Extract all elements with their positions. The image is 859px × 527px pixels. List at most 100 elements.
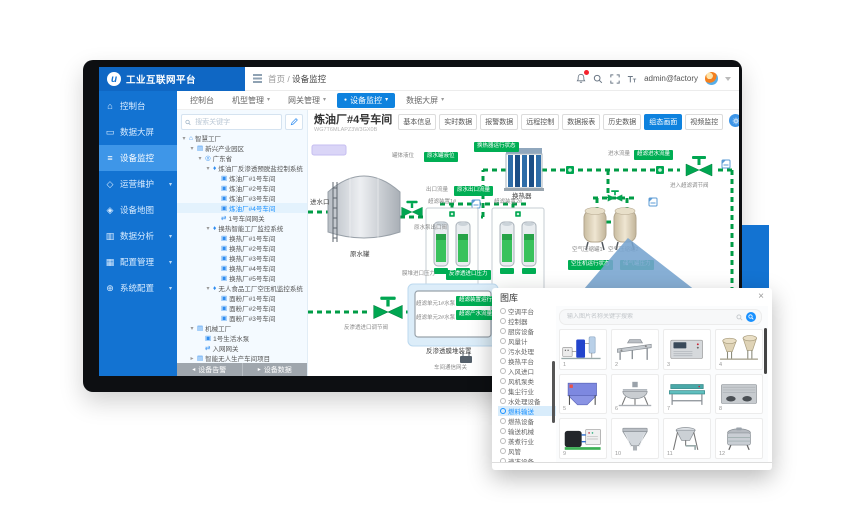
tree-row[interactable]: ▾ ⌂ 智慧工厂 xyxy=(177,133,307,143)
tree-row[interactable]: ▾ ▤ 机械工厂 xyxy=(177,323,307,333)
gallery-category[interactable]: 污水处理 xyxy=(498,346,556,356)
tree-row[interactable]: ▾ ▤ 新兴产业园区 xyxy=(177,143,307,153)
tree-row[interactable]: ▣ 炼油厂#1号车间 xyxy=(177,173,307,183)
tree-row[interactable]: ▾ ♦ 无人食品工厂空压机监控系统 xyxy=(177,283,307,293)
tree-row[interactable]: ▸ ▤ 智能无人生产车间项目 xyxy=(177,353,307,363)
canvas-settings-button[interactable] xyxy=(729,114,739,127)
fullscreen-icon[interactable] xyxy=(610,74,620,84)
device-data-toggle[interactable]: ▸设备数据 xyxy=(242,363,308,376)
gallery-category[interactable]: 控制器 xyxy=(498,316,556,326)
tree-row[interactable]: ▾ ♦ 换热智能工厂监控系统 xyxy=(177,223,307,233)
action-button[interactable]: 报警数据 xyxy=(480,114,518,130)
tree-row[interactable]: ▣ 1号生活水泵 xyxy=(177,333,307,343)
action-button[interactable]: 历史数据 xyxy=(603,114,641,130)
sidebar-item-console[interactable]: ⌂控制台 xyxy=(99,93,177,119)
sidebar-item-config-mgmt[interactable]: ▦配置管理▾ xyxy=(99,249,177,275)
tree-row[interactable]: ▣ 换热厂#4号车间 xyxy=(177,263,307,273)
action-button[interactable]: 基本信息 xyxy=(398,114,436,130)
tree-search-input[interactable] xyxy=(193,118,278,127)
sidebar-item-device-map[interactable]: ◈设备地图 xyxy=(99,197,177,223)
device-alarm-toggle[interactable]: ◂设备告警 xyxy=(177,363,242,376)
sidebar-item-dashboard[interactable]: ▭数据大屏 xyxy=(99,119,177,145)
tab[interactable]: ● 机型管理 ▾ xyxy=(225,93,277,108)
gallery-category[interactable]: 风量计 xyxy=(498,336,556,346)
close-icon[interactable]: × xyxy=(758,292,764,302)
tree-row[interactable]: ▾ ♦ 炼油厂反渗透预脱盐控制系统 xyxy=(177,163,307,173)
tree-row[interactable]: ▣ 面粉厂#2号车间 xyxy=(177,303,307,313)
gallery-search-input[interactable] xyxy=(565,313,733,321)
gallery-tile[interactable]: 10 xyxy=(611,418,659,459)
categories-scrollbar[interactable] xyxy=(552,361,555,423)
gallery-tile[interactable]: 12 xyxy=(715,418,763,459)
tree-row[interactable]: ⇄ 1号车间网关 xyxy=(177,213,307,223)
tab[interactable]: ● 控制台 ▾ xyxy=(183,93,221,108)
gallery-category[interactable]: 速冻设备 xyxy=(498,456,556,462)
tree-row[interactable]: ▣ 换热厂#2号车间 xyxy=(177,243,307,253)
gallery-category[interactable]: 蒸煮行业 xyxy=(498,436,556,446)
gallery-tile[interactable]: 5 xyxy=(559,374,607,415)
gallery-category[interactable]: 厨房设备 xyxy=(498,326,556,336)
gallery-tile[interactable]: 8 xyxy=(715,374,763,415)
gallery-category[interactable]: 换热平台 xyxy=(498,356,556,366)
tab[interactable]: ● 网关管理 ▾ xyxy=(281,93,333,108)
tree-row[interactable]: ▣ 面粉厂#1号车间 xyxy=(177,293,307,303)
gallery-tile[interactable]: 7 xyxy=(663,374,711,415)
gallery-category[interactable]: 风管 xyxy=(498,446,556,456)
expander-icon[interactable]: ▾ xyxy=(189,325,195,332)
gallery-category[interactable]: 集尘行业 xyxy=(498,386,556,396)
pencil-icon xyxy=(290,118,298,126)
action-button[interactable]: 实时数据 xyxy=(439,114,477,130)
expander-icon[interactable]: ▾ xyxy=(189,145,195,152)
tab[interactable]: ● 数据大屏 ▾ xyxy=(399,93,451,108)
expander-icon[interactable]: ▾ xyxy=(197,155,203,162)
sidebar-item-maintenance[interactable]: ◇运营维护▾ xyxy=(99,171,177,197)
sidebar-item-data-analysis[interactable]: ▥数据分析▾ xyxy=(99,223,177,249)
avatar[interactable] xyxy=(705,72,718,85)
search-icon[interactable] xyxy=(593,74,603,84)
tree-row[interactable]: ▣ 换热厂#1号车间 xyxy=(177,233,307,243)
gallery-category[interactable]: 水处理设备 xyxy=(498,396,556,406)
gallery-category[interactable]: 风机泵类 xyxy=(498,376,556,386)
tree-row[interactable]: ▣ 换热厂#3号车间 xyxy=(177,253,307,263)
tree-row[interactable]: ▣ 面粉厂#3号车间 xyxy=(177,313,307,323)
gallery-tile[interactable]: 11 xyxy=(663,418,711,459)
gallery-category[interactable]: 燃料输送 xyxy=(498,406,556,416)
tree-row[interactable]: ⇄ 入网网关 xyxy=(177,343,307,353)
sidebar-item-system-config[interactable]: ⊕系统配置▾ xyxy=(99,275,177,301)
home-icon: ⌂ xyxy=(105,101,115,111)
expander-icon[interactable]: ▾ xyxy=(181,135,187,142)
tree-row[interactable]: ▣ 炼油厂#2号车间 xyxy=(177,183,307,193)
gallery-tile[interactable]: 2 xyxy=(611,329,659,370)
gallery-tile[interactable]: 9 xyxy=(559,418,607,459)
action-button[interactable]: 远程控制 xyxy=(521,114,559,130)
expander-icon[interactable]: ▾ xyxy=(205,165,211,172)
gallery-category[interactable]: 空调平台 xyxy=(498,306,556,316)
gallery-tile[interactable]: 6 xyxy=(611,374,659,415)
tree-row[interactable]: ▣ 换热厂#5号车间 xyxy=(177,273,307,283)
tab[interactable]: ● 设备监控 ▾ xyxy=(337,93,395,108)
expander-icon[interactable]: ▾ xyxy=(205,225,211,232)
tree-row[interactable]: ▾ ◎ 广东省 xyxy=(177,153,307,163)
gallery-category[interactable]: 输送机械 xyxy=(498,426,556,436)
text-size-icon[interactable] xyxy=(627,74,637,84)
action-button[interactable]: 数据报表 xyxy=(562,114,600,130)
breadcrumb-home[interactable]: 首页 xyxy=(268,74,285,84)
tree-row[interactable]: ▣ 炼油厂#3号车间 xyxy=(177,193,307,203)
gallery-category[interactable]: 入风进口 xyxy=(498,366,556,376)
gallery-tile[interactable]: 4 xyxy=(715,329,763,370)
user-menu-caret-icon[interactable] xyxy=(725,77,731,81)
tree-row[interactable]: ▣ 炼油厂#4号车间 xyxy=(177,203,307,213)
gallery-category[interactable]: 燃热设备 xyxy=(498,416,556,426)
gallery-search-button[interactable] xyxy=(746,312,756,322)
gallery-scrollbar[interactable] xyxy=(764,328,767,374)
notification-bell-icon[interactable] xyxy=(576,73,586,84)
collapse-menu-icon[interactable] xyxy=(253,74,262,83)
sidebar-item-device-monitor[interactable]: ≡设备监控 xyxy=(99,145,177,171)
expander-icon[interactable]: ▾ xyxy=(205,285,211,292)
action-button[interactable]: 视频监控 xyxy=(685,114,723,130)
expander-icon[interactable]: ▸ xyxy=(189,355,195,362)
gallery-tile[interactable]: 3 xyxy=(663,329,711,370)
edit-tree-button[interactable] xyxy=(285,114,303,130)
gallery-tile[interactable]: 1 xyxy=(559,329,607,370)
action-button[interactable]: 组态画面 xyxy=(644,114,682,130)
